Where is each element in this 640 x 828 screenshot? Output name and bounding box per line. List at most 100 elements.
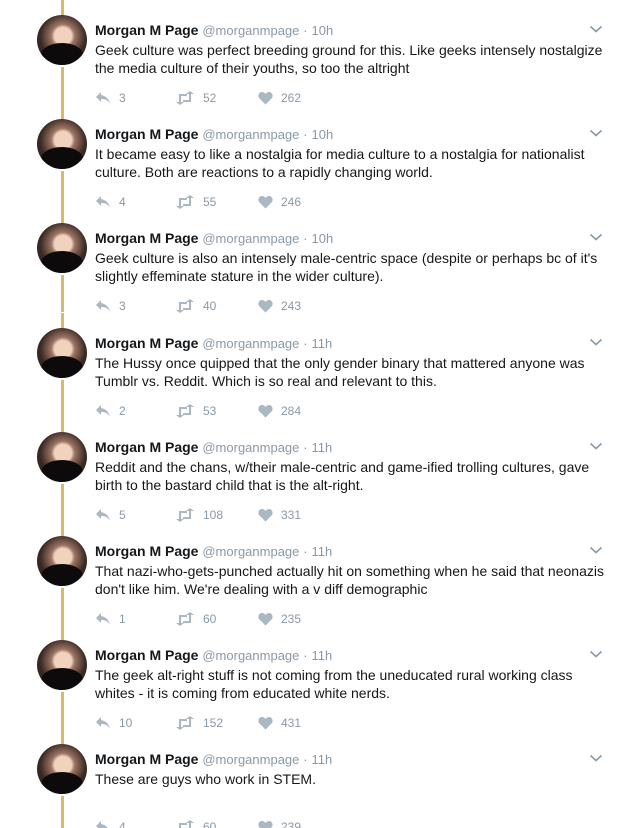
display-name[interactable]: Morgan M Page — [95, 230, 198, 246]
display-name[interactable]: Morgan M Page — [95, 439, 198, 455]
tweet[interactable]: Morgan M Page @morganmpage · 11h Reddit a… — [0, 417, 640, 522]
tweet[interactable]: Morgan M Page @morganmpage · 11h These ar… — [0, 729, 640, 828]
separator-dot: · — [303, 231, 308, 246]
retweet-icon — [175, 195, 195, 209]
tweet[interactable]: Morgan M Page @morganmpage · 10h It becam… — [0, 104, 640, 209]
display-name[interactable]: Morgan M Page — [95, 543, 198, 559]
display-name[interactable]: Morgan M Page — [95, 22, 198, 38]
reply-count: 3 — [119, 299, 126, 313]
timestamp[interactable]: 11h — [312, 544, 333, 559]
chevron-down-icon[interactable] — [589, 230, 603, 244]
tweet-header: Morgan M Page @morganmpage · 11h — [95, 334, 332, 353]
avatar[interactable] — [37, 119, 87, 169]
like-button[interactable]: 239 — [258, 819, 301, 828]
chevron-down-icon[interactable] — [589, 647, 603, 661]
separator-dot: · — [303, 23, 308, 38]
timestamp[interactable]: 11h — [312, 752, 333, 767]
chevron-down-icon[interactable] — [589, 439, 603, 453]
thread-line-top — [61, 0, 64, 15]
tweet-header: Morgan M Page @morganmpage · 11h — [95, 438, 332, 457]
tweet-text: These are guys who work in STEM. — [95, 771, 316, 787]
timestamp[interactable]: 10h — [312, 127, 334, 142]
timestamp[interactable]: 10h — [312, 23, 334, 38]
retweet-button[interactable]: 60 — [175, 819, 216, 828]
reply-icon — [95, 612, 111, 626]
display-name[interactable]: Morgan M Page — [95, 126, 198, 142]
timestamp[interactable]: 11h — [312, 336, 333, 351]
thread-line-bottom — [61, 380, 64, 417]
retweet-icon — [175, 612, 195, 626]
tweet[interactable]: Morgan M Page @morganmpage · 11h The geek… — [0, 625, 640, 730]
reply-button[interactable]: 3 — [95, 298, 126, 314]
avatar[interactable] — [37, 432, 87, 482]
avatar[interactable] — [37, 328, 87, 378]
reply-count: 4 — [119, 820, 126, 828]
retweet-count: 40 — [203, 299, 217, 313]
heart-icon — [258, 404, 273, 418]
thread-line-top — [61, 104, 64, 119]
tweet-header: Morgan M Page @morganmpage · 10h — [95, 125, 333, 144]
tweet-thread: Morgan M Page @morganmpage · 10h Geek cul… — [0, 0, 640, 828]
user-handle[interactable]: @morganmpage — [202, 127, 299, 142]
separator-dot: · — [303, 336, 308, 351]
tweet-text: It became easy to like a nostalgia for m… — [95, 146, 585, 180]
avatar[interactable] — [37, 223, 87, 273]
user-handle[interactable]: @morganmpage — [202, 440, 299, 455]
chevron-down-icon[interactable] — [589, 543, 603, 557]
retweet-icon — [175, 716, 195, 730]
heart-icon — [258, 508, 273, 522]
retweet-icon — [175, 404, 195, 418]
tweet[interactable]: Morgan M Page @morganmpage · 10h Geek cul… — [0, 0, 640, 105]
avatar[interactable] — [37, 640, 87, 690]
separator-dot: · — [303, 752, 308, 767]
chevron-down-icon[interactable] — [589, 751, 603, 765]
user-handle[interactable]: @morganmpage — [202, 648, 299, 663]
heart-icon — [258, 91, 273, 105]
tweet-text: That nazi-who-gets-punched actually hit … — [95, 563, 604, 597]
tweet-header: Morgan M Page @morganmpage · 10h — [95, 21, 333, 40]
like-button[interactable]: 243 — [258, 298, 301, 314]
like-count: 239 — [281, 820, 302, 828]
timestamp[interactable]: 10h — [312, 231, 334, 246]
display-name[interactable]: Morgan M Page — [95, 335, 198, 351]
chevron-down-icon[interactable] — [589, 126, 603, 140]
user-handle[interactable]: @morganmpage — [202, 23, 299, 38]
separator-dot: · — [303, 127, 308, 142]
tweet-header: Morgan M Page @morganmpage · 11h — [95, 646, 332, 665]
heart-icon — [258, 820, 273, 828]
thread-line-top — [61, 625, 64, 640]
chevron-down-icon[interactable] — [589, 335, 603, 349]
reply-icon — [95, 716, 111, 730]
reply-icon — [95, 404, 111, 418]
tweet-text: The geek alt-right stuff is not coming f… — [95, 667, 573, 701]
thread-line-top — [61, 417, 64, 432]
user-handle[interactable]: @morganmpage — [202, 336, 299, 351]
tweet[interactable]: Morgan M Page @morganmpage · 11h The Huss… — [0, 313, 640, 418]
display-name[interactable]: Morgan M Page — [95, 647, 198, 663]
thread-line-top — [61, 521, 64, 536]
user-handle[interactable]: @morganmpage — [202, 544, 299, 559]
reply-icon — [95, 508, 111, 522]
avatar[interactable] — [37, 536, 87, 586]
heart-icon — [258, 299, 273, 313]
thread-line-bottom — [61, 171, 64, 208]
retweet-count: 60 — [203, 820, 217, 828]
tweet[interactable]: Morgan M Page @morganmpage · 10h Geek cul… — [0, 208, 640, 314]
timestamp[interactable]: 11h — [312, 440, 333, 455]
thread-line-bottom — [61, 484, 64, 521]
chevron-down-icon[interactable] — [589, 22, 603, 36]
timestamp[interactable]: 11h — [312, 648, 333, 663]
tweet-header: Morgan M Page @morganmpage · 11h — [95, 750, 332, 769]
retweet-icon — [175, 91, 195, 105]
thread-line-bottom — [61, 588, 64, 625]
tweet[interactable]: Morgan M Page @morganmpage · 11h That naz… — [0, 521, 640, 626]
user-handle[interactable]: @morganmpage — [202, 231, 299, 246]
tweet-text: The Hussy once quipped that the only gen… — [95, 355, 585, 389]
avatar[interactable] — [37, 15, 87, 65]
user-handle[interactable]: @morganmpage — [202, 752, 299, 767]
heart-icon — [258, 716, 273, 730]
display-name[interactable]: Morgan M Page — [95, 751, 198, 767]
reply-button[interactable]: 4 — [95, 819, 126, 828]
retweet-button[interactable]: 40 — [175, 298, 216, 314]
avatar[interactable] — [37, 744, 87, 794]
